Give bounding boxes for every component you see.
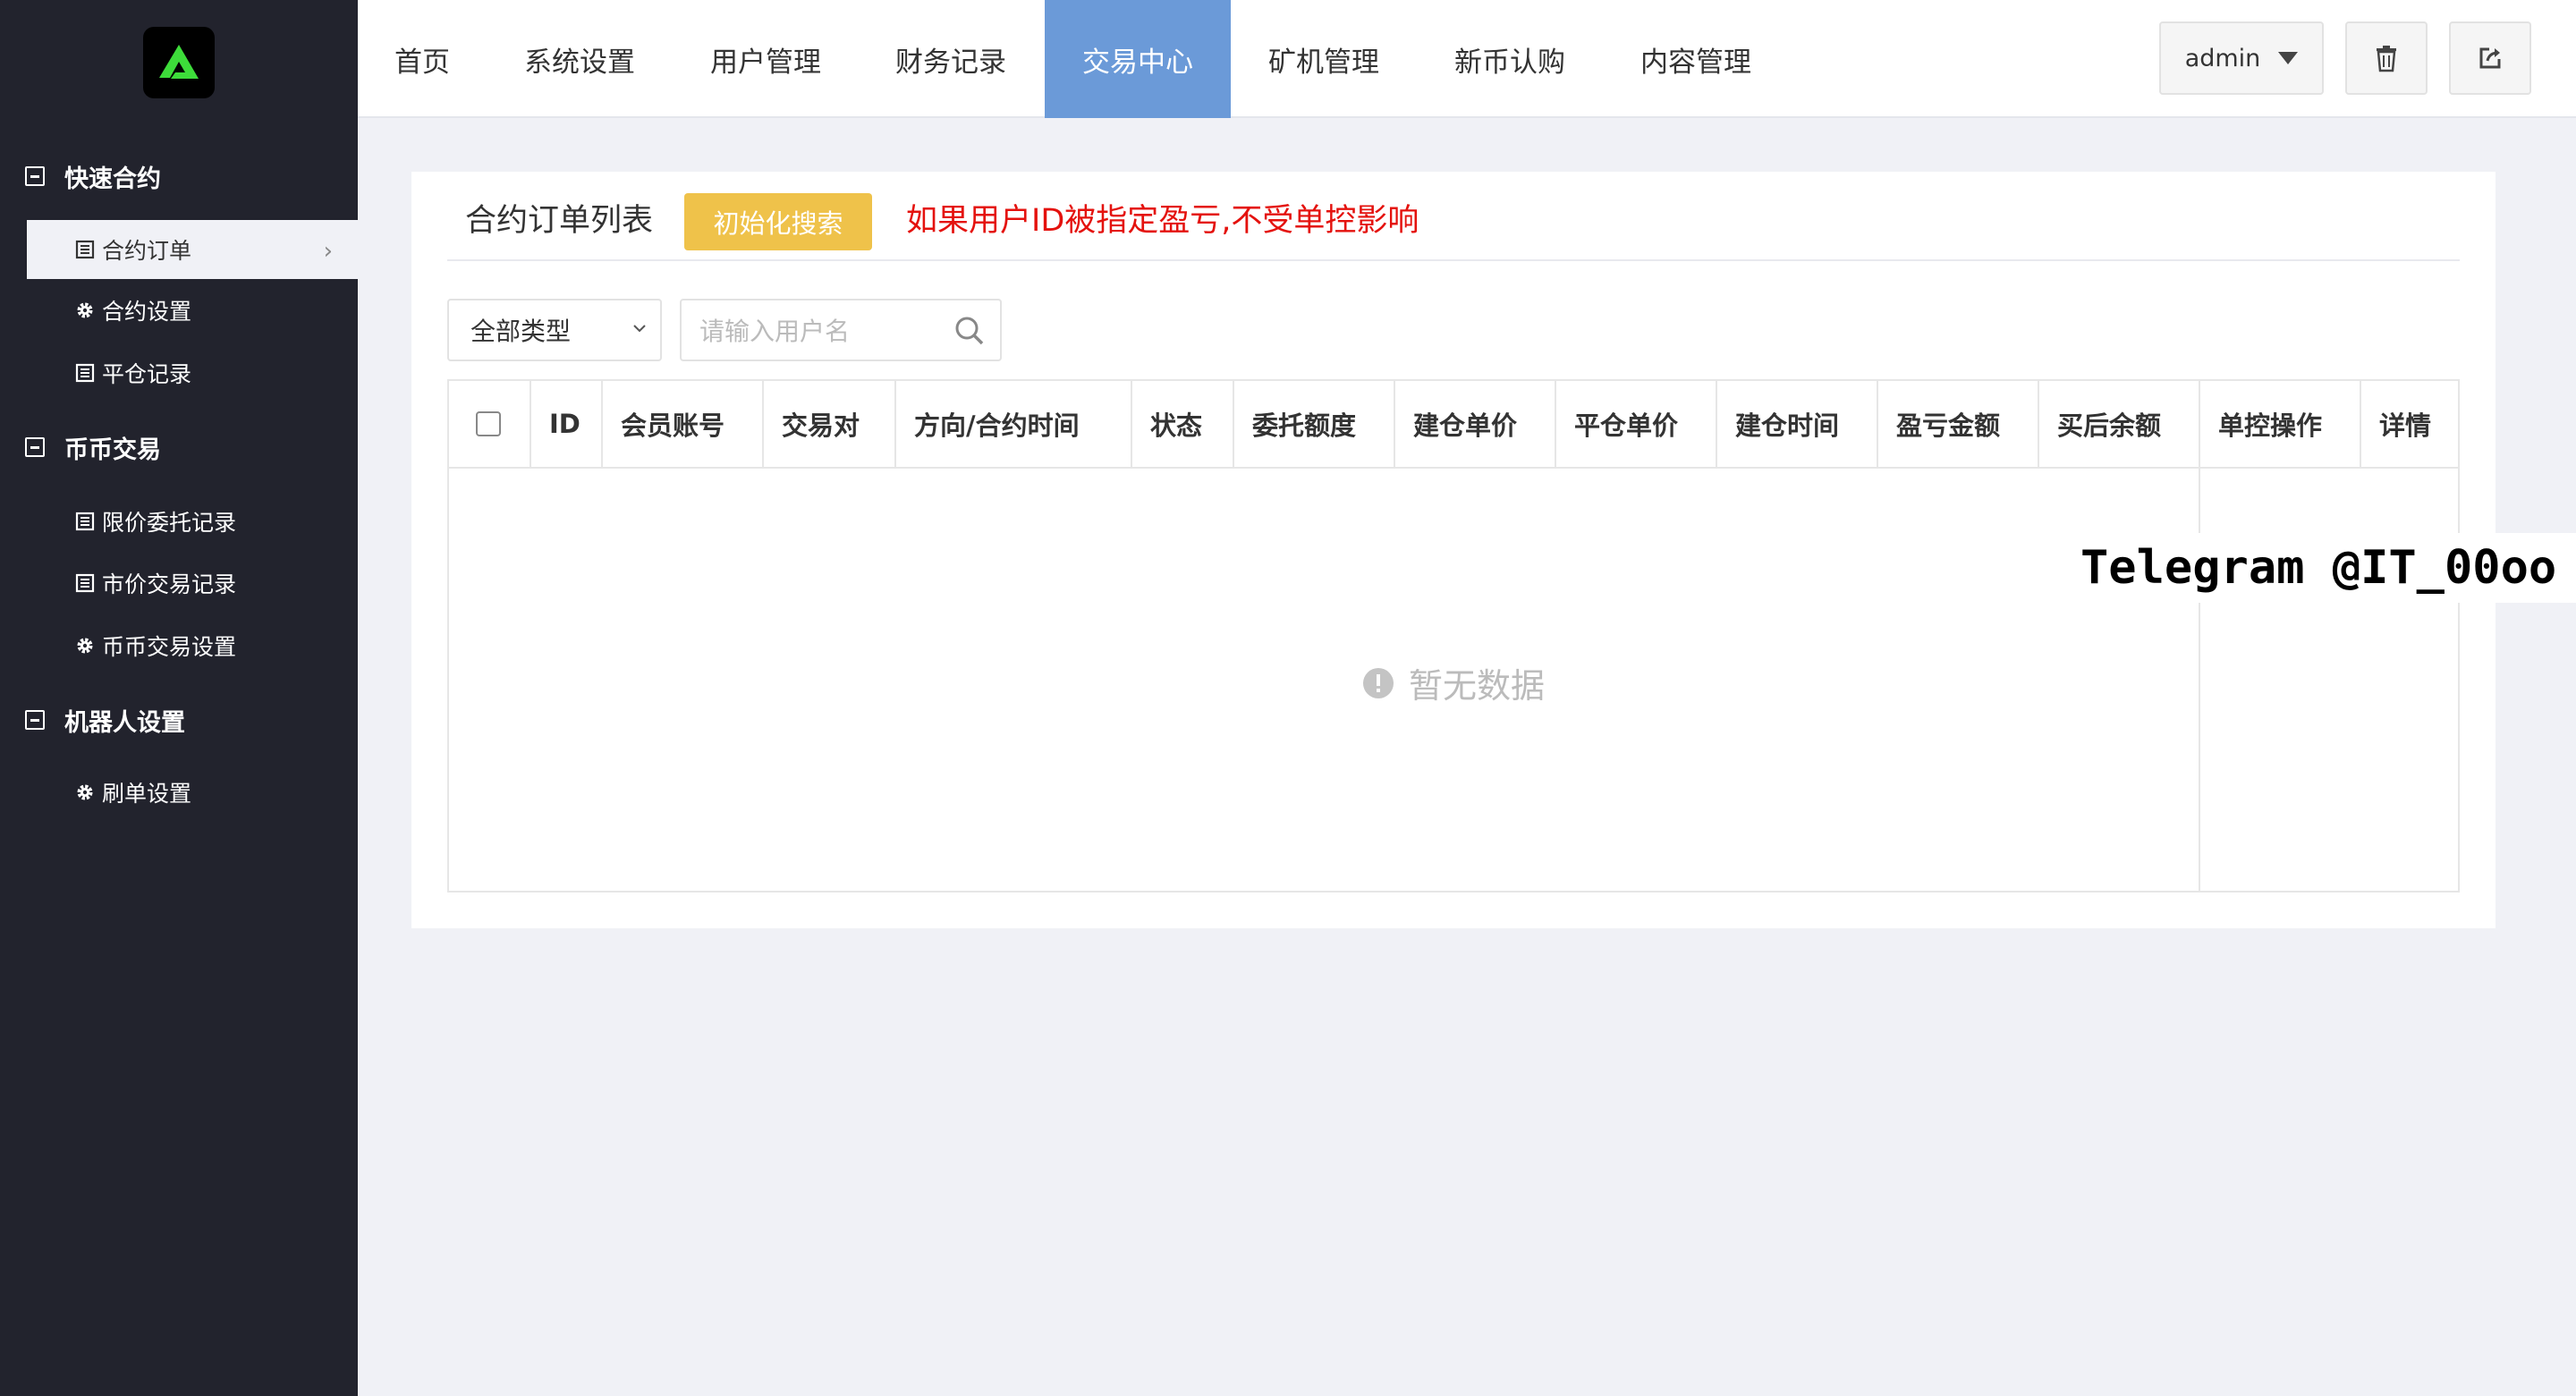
column-header[interactable]: 委托额度 [1234,381,1395,467]
select-all-checkbox[interactable] [476,411,501,436]
type-select[interactable]: 全部类型 [447,299,662,361]
column-header[interactable]: 状态 [1132,381,1234,467]
column-header[interactable]: 方向/合约时间 [896,381,1132,467]
sidebar-item-label: 限价委托记录 [102,510,237,536]
column-header[interactable]: 单控操作 [2200,381,2361,467]
page-title: 合约订单列表 [465,203,654,239]
sidebar-item-contract-settings[interactable]: 合约设置 [27,281,358,340]
sidebar-item-close-records[interactable]: 平仓记录 [27,343,358,402]
sidebar-item-limit-orders[interactable]: 限价委托记录 [27,492,358,551]
table-header: ID 会员账号 交易对 方向/合约时间 状态 委托额度 建仓单价 平仓单价 建仓… [449,381,2458,469]
menu-group-title: 快速合约 [64,165,161,193]
orders-table: ID 会员账号 交易对 方向/合约时间 状态 委托额度 建仓单价 平仓单价 建仓… [447,379,2460,893]
list-icon [73,510,97,533]
warning-notice: 如果用户ID被指定盈亏,不受单控影响 [906,203,1419,239]
type-select-value: 全部类型 [470,317,572,346]
search-icon[interactable] [953,315,986,347]
divider [447,259,2460,261]
list-icon [73,238,97,261]
list-icon [73,361,97,385]
nav-finance-records[interactable]: 财务记录 [879,0,1022,118]
gear-icon [73,299,97,322]
nav-miner-management[interactable]: 矿机管理 [1252,0,1395,118]
column-header[interactable]: 交易对 [764,381,896,467]
column-header[interactable]: ID [531,381,603,467]
nav-trading-center[interactable]: 交易中心 [1045,0,1231,118]
chevron-down-icon [633,325,646,333]
telegram-watermark: Telegram @IT_00oo [2072,533,2576,603]
empty-state-text: 暂无数据 [1408,666,1545,706]
sidebar-item-label: 平仓记录 [102,361,192,387]
nav-new-coin-subscription[interactable]: 新币认购 [1438,0,1581,118]
chevron-right-icon: › [323,238,333,265]
search-input[interactable] [699,313,932,349]
trash-icon [2377,46,2396,72]
sidebar-item-brush-settings[interactable]: 刷单设置 [27,763,358,822]
sidebar-item-label: 币币交易设置 [102,634,237,660]
sidebar-item-label: 合约订单 [102,238,192,264]
sidebar-item-label: 市价交易记录 [102,571,237,597]
column-header[interactable]: 建仓单价 [1395,381,1556,467]
nav-system-settings[interactable]: 系统设置 [508,0,651,118]
app-logo[interactable] [143,27,215,98]
list-icon [73,571,97,595]
logo-icon [159,45,199,79]
column-header[interactable]: 详情 [2361,381,2458,467]
reset-search-button[interactable]: 初始化搜索 [684,193,872,250]
sidebar-item-spot-settings[interactable]: 币币交易设置 [27,616,358,675]
user-menu-button[interactable]: admin [2159,21,2324,95]
username-search[interactable] [680,299,1002,361]
username: admin [2184,44,2261,72]
sidebar-item-contract-orders[interactable]: 合约订单 › [27,220,358,279]
collapse-icon [25,710,45,730]
sidebar-item-market-trades[interactable]: 市价交易记录 [27,554,358,613]
gear-icon [73,634,97,657]
menu-group-title: 币币交易 [64,436,161,464]
nav-content-management[interactable]: 内容管理 [1624,0,1767,118]
menu-group-quick-contract[interactable]: 快速合约 [25,158,161,194]
nav-home[interactable]: 首页 [377,0,467,118]
menu-group-title: 机器人设置 [64,708,185,737]
column-header[interactable]: 建仓时间 [1717,381,1878,467]
logout-icon [2479,47,2501,69]
column-header[interactable]: 盈亏金额 [1878,381,2039,467]
empty-state: 暂无数据 [449,658,2458,707]
menu-group-spot-trading[interactable]: 币币交易 [25,429,161,465]
logout-button[interactable] [2449,21,2531,95]
collapse-icon [25,166,45,186]
sidebar: 快速合约 合约订单 › 合约设置 平仓记录 币币交易 限价委托记录 市价交易记录 [0,0,358,1396]
menu-group-robot-settings[interactable]: 机器人设置 [25,702,185,738]
gear-icon [73,781,97,804]
column-header[interactable]: 平仓单价 [1556,381,1717,467]
collapse-icon [25,437,45,457]
sidebar-item-label: 刷单设置 [102,781,192,807]
caret-down-icon [2278,52,2299,64]
select-all-cell [449,381,531,467]
top-navigation: 首页 系统设置 用户管理 财务记录 交易中心 矿机管理 新币认购 内容管理 ad… [358,0,2576,118]
clear-cache-button[interactable] [2345,21,2428,95]
column-header[interactable]: 会员账号 [603,381,764,467]
column-header[interactable]: 买后余额 [2039,381,2200,467]
nav-user-management[interactable]: 用户管理 [694,0,837,118]
info-icon [1362,667,1394,698]
sidebar-item-label: 合约设置 [102,299,192,325]
